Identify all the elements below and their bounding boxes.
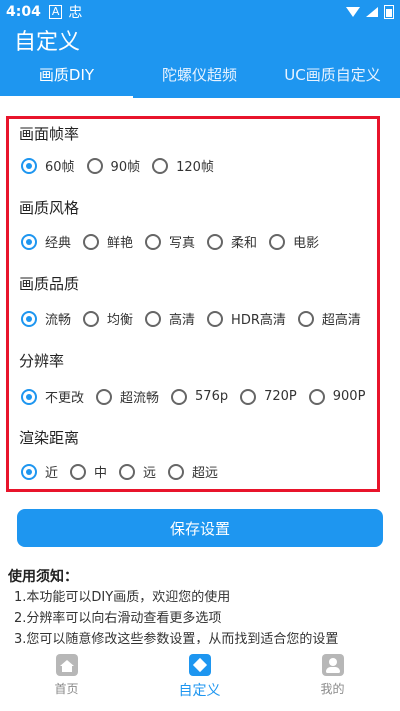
radio-icon — [152, 157, 169, 174]
section-title-frame-rate: 画面帧率 — [19, 125, 80, 143]
customize-icon — [188, 654, 211, 676]
nav-label-home: 首页 — [54, 682, 79, 696]
frame-rate-option-120[interactable]: 120帧 — [152, 156, 214, 175]
radio-icon — [145, 310, 162, 327]
resolution-option-unchanged[interactable]: 不更改 — [21, 387, 84, 406]
style-options: 经典 鲜艳 写真 柔和 电影 — [21, 232, 377, 251]
nav-item-profile[interactable]: 我的 — [266, 644, 399, 711]
home-icon — [55, 654, 78, 676]
notice-line-2: 2.分辨率可以向右滑动查看更多选项 — [14, 611, 222, 626]
notice-title: 使用须知： — [8, 569, 78, 585]
resolution-option-900p[interactable]: 900P — [308, 388, 365, 405]
quality-options: 流畅 均衡 高清 HDR高清 超高清 — [21, 309, 377, 328]
radio-icon — [240, 388, 257, 405]
quality-option-balanced[interactable]: 均衡 — [83, 309, 133, 328]
tab-bar: 画质DIY 陀螺仪超频 UC画质自定义 — [0, 58, 400, 98]
wifi-icon — [346, 7, 360, 17]
frame-rate-option-90[interactable]: 90帧 — [86, 156, 140, 175]
status-notification-icon: A — [48, 5, 63, 19]
render-distance-options: 近 中 远 超远 — [21, 462, 377, 481]
section-title-resolution: 分辨率 — [19, 352, 65, 370]
radio-icon — [171, 388, 188, 405]
frame-rate-option-60[interactable]: 60帧 — [21, 156, 75, 175]
page-title: 自定义 — [14, 30, 81, 55]
status-app-icon: 忠 — [68, 5, 83, 21]
radio-icon — [21, 157, 37, 174]
radio-icon — [21, 463, 37, 480]
radio-icon — [269, 233, 286, 250]
section-title-quality: 画质品质 — [19, 275, 80, 293]
radio-icon — [86, 157, 103, 174]
quality-option-hd[interactable]: 高清 — [145, 309, 195, 328]
style-option-realistic[interactable]: 写真 — [145, 232, 195, 251]
nav-item-home[interactable]: 首页 — [0, 644, 133, 711]
resolution-option-720p[interactable]: 720P — [240, 388, 297, 405]
radio-icon — [297, 310, 314, 327]
save-settings-button[interactable]: 保存设置 — [17, 509, 383, 547]
radio-icon — [83, 310, 100, 327]
quality-option-smooth[interactable]: 流畅 — [21, 309, 71, 328]
render-option-near[interactable]: 近 — [21, 462, 58, 481]
radio-icon — [145, 233, 162, 250]
user-icon — [321, 654, 344, 676]
radio-icon — [70, 463, 87, 480]
section-title-render-distance: 渲染距离 — [19, 429, 80, 447]
settings-panel: 画面帧率 60帧 90帧 120帧 画质风格 经典 鲜艳 写真 柔和 电影 画质… — [6, 116, 380, 492]
radio-icon — [21, 310, 37, 327]
style-option-classic[interactable]: 经典 — [21, 232, 71, 251]
tab-uc-quality-custom[interactable]: UC画质自定义 — [266, 58, 399, 98]
nav-item-customize[interactable]: 自定义 — [133, 644, 266, 711]
frame-rate-options: 60帧 90帧 120帧 — [21, 156, 377, 175]
resolution-option-super-smooth[interactable]: 超流畅 — [96, 387, 159, 406]
notice-line-1: 1.本功能可以DIY画质，欢迎您的使用 — [14, 590, 231, 605]
render-option-medium[interactable]: 中 — [70, 462, 107, 481]
radio-icon — [83, 233, 100, 250]
radio-icon — [119, 463, 136, 480]
style-option-vivid[interactable]: 鲜艳 — [83, 232, 133, 251]
radio-icon — [21, 233, 37, 250]
tab-quality-diy[interactable]: 画质DIY — [0, 58, 133, 98]
radio-icon — [168, 463, 185, 480]
bottom-navigation: 首页 自定义 我的 — [0, 644, 400, 711]
tab-gyroscope-overclock[interactable]: 陀螺仪超频 — [133, 58, 266, 98]
nav-label-customize: 自定义 — [178, 683, 221, 699]
style-option-movie[interactable]: 电影 — [269, 232, 319, 251]
radio-icon — [207, 310, 224, 327]
status-bar: 4:04 A 忠 — [6, 2, 394, 22]
active-tab-indicator — [0, 96, 133, 99]
resolution-options: 不更改 超流畅 576p 720P 900P — [21, 387, 377, 406]
radio-icon — [96, 388, 113, 405]
section-title-style: 画质风格 — [19, 199, 80, 217]
style-option-soft[interactable]: 柔和 — [207, 232, 257, 251]
quality-option-hdr-hd[interactable]: HDR高清 — [207, 309, 286, 328]
app-header: 4:04 A 忠 自定义 画质DIY 陀螺仪超频 UC画质自定义 — [0, 0, 400, 99]
nav-label-profile: 我的 — [320, 682, 345, 696]
render-option-ultra-far[interactable]: 超远 — [168, 462, 218, 481]
resolution-option-576p[interactable]: 576p — [171, 388, 228, 405]
battery-icon — [384, 5, 394, 19]
status-time: 4:04 — [6, 4, 41, 20]
quality-option-ultra-hd[interactable]: 超高清 — [297, 309, 361, 328]
render-option-far[interactable]: 远 — [119, 462, 156, 481]
radio-icon — [21, 388, 37, 405]
signal-icon — [366, 7, 378, 17]
radio-icon — [207, 233, 224, 250]
radio-icon — [308, 388, 325, 405]
